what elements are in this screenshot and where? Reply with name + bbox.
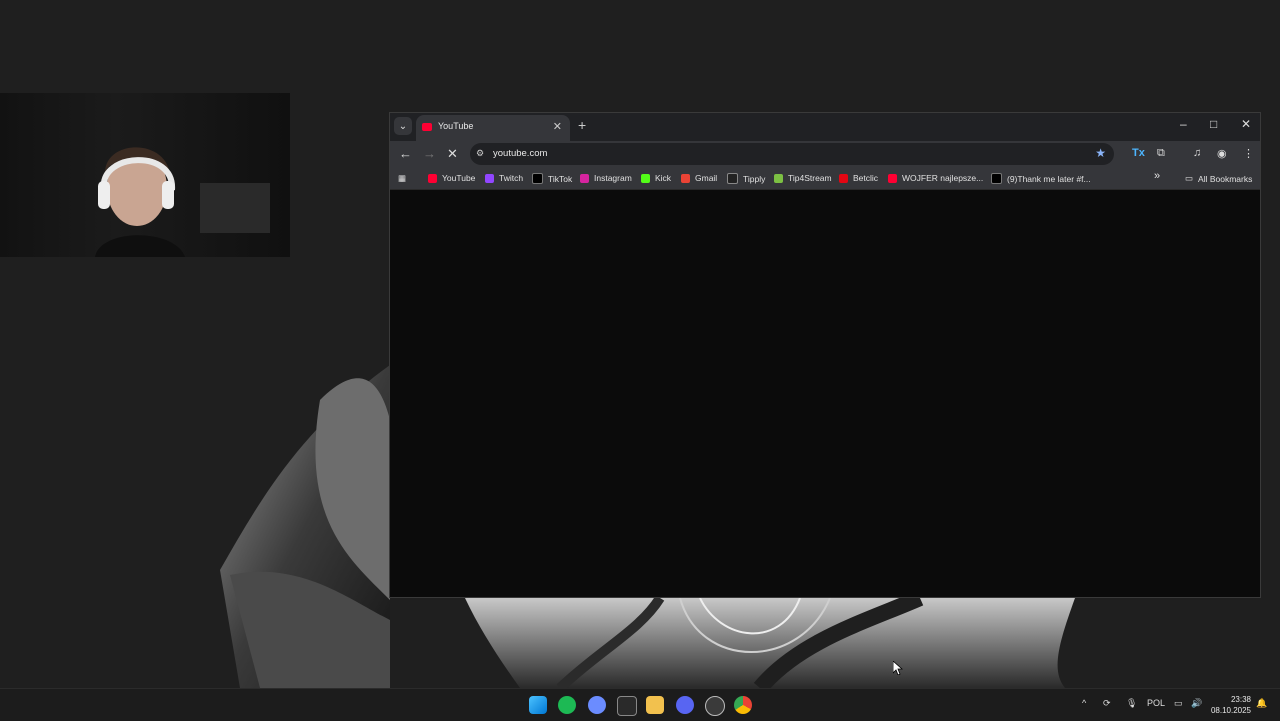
spotify-icon[interactable]	[558, 696, 576, 714]
youtube-icon	[428, 173, 437, 183]
bookmark-label: Betclic	[853, 173, 879, 183]
minimize-button[interactable]: –	[1180, 117, 1187, 131]
all-bookmarks-button[interactable]: ▭ All Bookmarks	[1185, 173, 1252, 184]
kick-icon	[641, 173, 650, 183]
clock-date: 08.10.2025	[1210, 706, 1251, 715]
bookmark-label: Kick	[655, 173, 672, 183]
webcam-overlay	[0, 93, 290, 257]
gmail-icon	[681, 173, 690, 183]
microphone-icon[interactable]: 🎙	[1126, 698, 1137, 709]
youtube-favicon-icon	[422, 123, 432, 131]
discord-icon[interactable]	[676, 696, 694, 714]
youtube-icon	[888, 173, 897, 183]
all-bookmarks-label: All Bookmarks	[1198, 173, 1253, 184]
bookmark-label: Instagram	[594, 173, 632, 183]
app-orb-icon[interactable]	[588, 696, 606, 714]
bookmark-tipply[interactable]: Tipply	[727, 173, 765, 184]
chrome-window: ⌄ YouTube ✕ + – □ ✕ ← → ✕ ⚙ youtube.com …	[389, 112, 1261, 598]
address-url[interactable]: youtube.com	[493, 148, 547, 159]
site-info-icon[interactable]: ⚙	[476, 148, 488, 160]
tipply-icon	[727, 173, 738, 184]
tray-overflow-chevron-icon[interactable]: ^	[1082, 698, 1086, 708]
bookmark-betclic[interactable]: Betclic	[839, 173, 878, 183]
tab-strip: ⌄ YouTube ✕ + – □ ✕	[390, 113, 1260, 141]
instagram-icon	[580, 173, 589, 183]
file-explorer-icon[interactable]	[646, 696, 664, 714]
tab-search-chevron-icon[interactable]: ⌄	[394, 117, 412, 135]
address-bar[interactable]: ⚙ youtube.com ★	[470, 143, 1114, 165]
webcam-person	[95, 147, 270, 257]
tip4stream-icon	[774, 173, 783, 183]
bookmark-tiktok[interactable]: TikTok	[532, 173, 572, 184]
more-bookmarks-chevron-icon[interactable]: »	[1154, 170, 1160, 182]
bookmark-instagram[interactable]: Instagram	[580, 173, 632, 183]
stop-loading-button[interactable]: ✕	[447, 146, 458, 162]
media-control-icon[interactable]: ♫	[1193, 147, 1201, 159]
chrome-menu-icon[interactable]: ⋮	[1243, 147, 1254, 160]
tab-youtube[interactable]: YouTube ✕	[416, 115, 570, 141]
chrome-icon[interactable]	[734, 696, 752, 714]
bookmark-label: WOJFER najlepsze...	[902, 173, 984, 183]
windows-start-icon[interactable]	[529, 696, 547, 714]
bookmark-kick[interactable]: Kick	[641, 173, 671, 183]
profile-avatar-icon[interactable]: ◉	[1217, 147, 1227, 160]
bookmark-youtube[interactable]: YouTube	[428, 173, 475, 183]
bookmark-tip4stream[interactable]: Tip4Stream	[774, 173, 832, 183]
close-window-button[interactable]: ✕	[1241, 117, 1251, 131]
betclic-icon	[839, 173, 848, 183]
tiktok-icon	[991, 173, 1002, 184]
taskbar: ^ ⟳ 🎙 POL ▭ 🔊 23:38 08.10.2025 🔔	[0, 688, 1280, 721]
epic-games-icon[interactable]	[617, 696, 637, 716]
bookmark-label: Twitch	[499, 173, 524, 183]
bookmark-label: Gmail	[695, 173, 718, 183]
bookmark-thank-me-later[interactable]: (9)Thank me later #f...	[991, 173, 1091, 184]
folder-icon: ▭	[1185, 173, 1194, 183]
bookmarks-bar: ▦ YouTube Twitch TikTok Instagram Kick G…	[390, 167, 1260, 190]
bookmark-twitch[interactable]: Twitch	[485, 173, 523, 183]
bookmark-label: Tip4Stream	[788, 173, 832, 183]
bookmark-label: Tipply	[743, 173, 766, 184]
clock-time: 23:38	[1230, 695, 1251, 704]
bookmark-label: TikTok	[548, 173, 573, 184]
obs-icon[interactable]	[705, 696, 725, 716]
extensions-puzzle-icon[interactable]: ⧉	[1157, 147, 1165, 160]
bookmark-star-icon[interactable]: ★	[1095, 146, 1106, 160]
bookmark-label: YouTube	[442, 173, 476, 183]
volume-icon[interactable]: 🔊	[1191, 698, 1202, 709]
notifications-bell-icon[interactable]: 🔔	[1256, 698, 1267, 709]
apps-grid-icon[interactable]: ▦	[398, 173, 406, 184]
browser-toolbar: ← → ✕ ⚙ youtube.com ★ Tx ⧉ ♫ ◉ ⋮	[390, 141, 1260, 167]
tab-title: YouTube	[438, 121, 474, 131]
tiktok-icon	[532, 173, 543, 184]
new-tab-button[interactable]: +	[578, 117, 586, 133]
network-icon[interactable]: ▭	[1174, 698, 1183, 709]
input-language[interactable]: POL	[1147, 698, 1165, 708]
sync-icon[interactable]: ⟳	[1103, 698, 1111, 709]
bookmark-wojfer[interactable]: WOJFER najlepsze...	[888, 173, 983, 183]
forward-button[interactable]: →	[423, 146, 436, 161]
bookmark-label: (9)Thank me later #f...	[1007, 173, 1091, 184]
bookmark-gmail[interactable]: Gmail	[681, 173, 717, 183]
back-button[interactable]: ←	[399, 146, 412, 161]
mouse-cursor-icon	[893, 661, 903, 675]
clock[interactable]: 23:38 08.10.2025	[1211, 694, 1251, 716]
page-content-loading	[390, 190, 1260, 597]
tab-close-icon[interactable]: ✕	[553, 120, 562, 133]
maximize-button[interactable]: □	[1210, 117, 1217, 131]
twitch-icon	[485, 173, 494, 183]
translate-extension-icon[interactable]: Tx	[1132, 147, 1145, 159]
